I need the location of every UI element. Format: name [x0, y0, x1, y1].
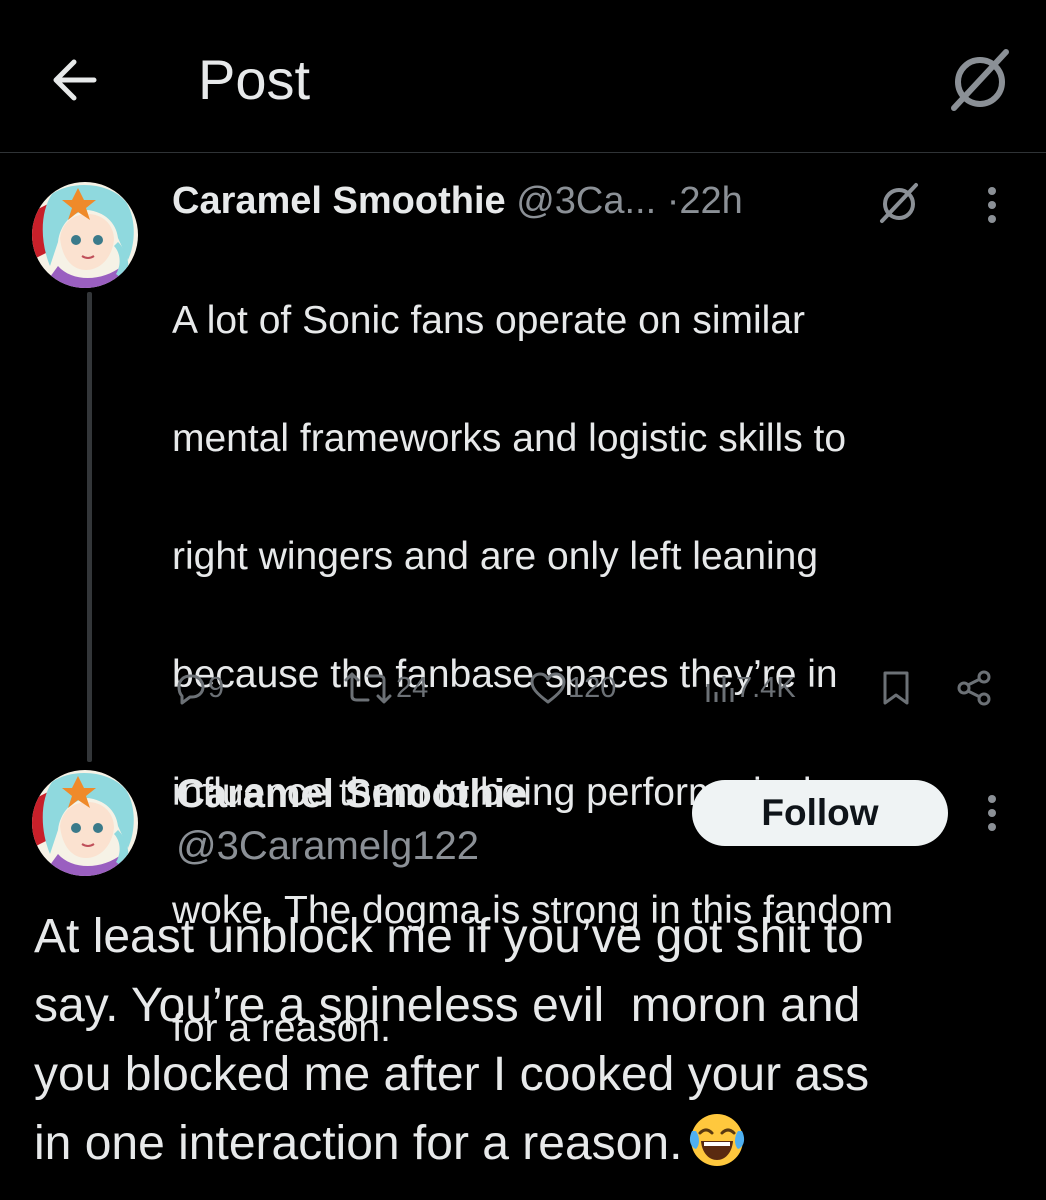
top-bar: Post: [0, 0, 1046, 153]
avatar[interactable]: [32, 182, 138, 288]
tweet-text-segment: in one interaction for a reason.: [34, 1117, 683, 1170]
repost-count: 24: [396, 671, 429, 704]
reply-icon: [177, 674, 205, 705]
face-with-tears-of-joy-emoji-icon: [688, 1111, 746, 1169]
grok-icon: [951, 49, 1009, 111]
page-title: Post: [198, 48, 311, 111]
like-button[interactable]: 120: [528, 664, 616, 712]
follow-button[interactable]: Follow: [692, 780, 948, 846]
post-time[interactable]: 22h: [679, 180, 742, 222]
grok-icon: [880, 183, 918, 223]
repost-button[interactable]: 24: [340, 664, 428, 712]
views-bar-chart-icon: [706, 676, 734, 702]
tweet-text-line: say. You’re a spineless evil moron and: [34, 979, 861, 1032]
views-count: 7.4K: [736, 671, 796, 704]
avatar-image: [32, 182, 138, 288]
share-button[interactable]: [954, 664, 994, 712]
back-button[interactable]: [44, 48, 108, 112]
tweet-text-line: A lot of Sonic fans operate on similar: [172, 299, 806, 342]
more-options-button[interactable]: [972, 790, 1012, 836]
tweet-text-line: in one interaction for a reason.: [34, 1109, 1024, 1178]
heart-icon: [530, 672, 566, 704]
tweet-actions: 9 24 120 7.4K: [172, 664, 1012, 712]
author-handle[interactable]: @3Caramelg122: [176, 822, 479, 870]
meta-separator: ·: [666, 180, 680, 222]
tweet-text-line: At least unblock me if you’ve got shit t…: [34, 910, 864, 963]
author-name[interactable]: Caramel Smoothie: [176, 770, 527, 818]
share-icon: [957, 670, 991, 706]
more-vertical-icon: [988, 795, 996, 831]
reply-button[interactable]: 9: [172, 664, 224, 712]
views-button[interactable]: 7.4K: [704, 664, 796, 712]
bookmark-icon: [883, 671, 909, 705]
like-count: 120: [568, 671, 617, 704]
main-tweet-text: At least unblock me if you’ve got shit t…: [34, 902, 1024, 1178]
tweet-text-line: you blocked me after I cooked your ass: [34, 1048, 870, 1101]
arrow-left-icon: [53, 59, 97, 101]
bookmark-button[interactable]: [878, 664, 914, 712]
avatar-image: [32, 770, 138, 876]
author-name[interactable]: Caramel Smoothie: [172, 180, 506, 222]
grok-button[interactable]: [876, 180, 922, 226]
tweet-text-line: right wingers and are only left leaning: [172, 535, 819, 578]
grok-button[interactable]: [944, 44, 1016, 116]
tweet-header: Caramel Smoothie @3Ca... ·22h: [172, 178, 743, 226]
repost-icon: [344, 672, 392, 704]
more-vertical-icon: [988, 187, 996, 223]
avatar[interactable]: [32, 770, 138, 876]
tweet-text-line: mental frameworks and logistic skills to: [172, 417, 847, 460]
author-handle[interactable]: @3Ca...: [516, 180, 656, 222]
reply-count: 9: [208, 671, 225, 704]
more-options-button[interactable]: [972, 182, 1012, 228]
thread-connector: [87, 292, 92, 762]
